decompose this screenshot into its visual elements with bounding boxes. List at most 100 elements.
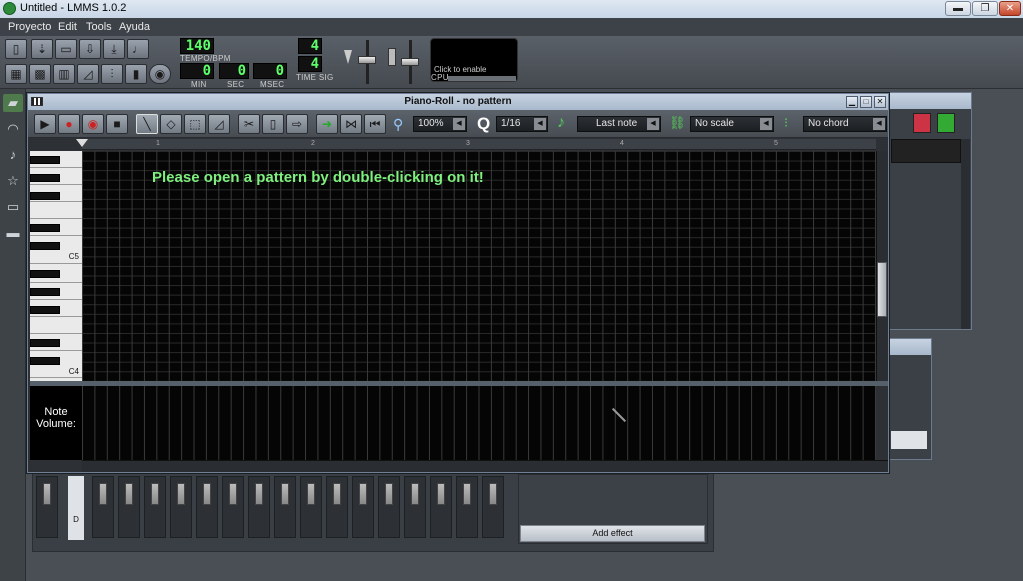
- erase-mode-icon[interactable]: ◇: [160, 114, 182, 134]
- vertical-scrollbar-thumb[interactable]: [877, 262, 887, 317]
- export-icon[interactable]: ⤓: [103, 39, 125, 59]
- tempo-display[interactable]: 140: [180, 38, 214, 54]
- master-volume-handle[interactable]: [358, 56, 376, 64]
- piano-roll-icon[interactable]: ▥: [53, 64, 75, 84]
- close-button[interactable]: ✕: [999, 1, 1021, 16]
- instrument-plugins-icon[interactable]: ▰: [3, 94, 23, 112]
- mixer-fader-15[interactable]: [456, 476, 478, 538]
- go-forward-icon[interactable]: ➜: [316, 114, 338, 134]
- instrument-button[interactable]: [891, 431, 927, 449]
- project-notes-icon[interactable]: ▮: [125, 64, 147, 84]
- automation-editor-icon[interactable]: ◿: [77, 64, 99, 84]
- key-divider: [30, 333, 82, 334]
- timesig-numerator[interactable]: 4: [298, 38, 322, 54]
- chord-select[interactable]: No chord ◀: [803, 116, 887, 132]
- mixer-fader-12[interactable]: [378, 476, 400, 538]
- mixer-fader-8[interactable]: [274, 476, 296, 538]
- rewind-icon[interactable]: ⏮: [364, 114, 386, 134]
- timeline-ruler[interactable]: 1 2 3 4 5: [82, 139, 876, 150]
- note-volume-editor[interactable]: [82, 386, 876, 460]
- song-editor-icon[interactable]: ▦: [5, 64, 27, 84]
- piano-roll-close-button[interactable]: ✕: [874, 96, 886, 108]
- menu-tools[interactable]: Tools: [86, 21, 112, 33]
- select-mode-icon[interactable]: ⬚: [184, 114, 206, 134]
- stop-icon[interactable]: ■: [106, 114, 128, 134]
- mixer-fader-14[interactable]: [430, 476, 452, 538]
- cut-icon[interactable]: ✂: [238, 114, 260, 134]
- note-grid[interactable]: Please open a pattern by double-clicking…: [82, 151, 876, 381]
- mixer-fader-3[interactable]: [144, 476, 166, 538]
- play-icon[interactable]: ▶: [34, 114, 56, 134]
- tempo-label: TEMPO/BPM: [180, 54, 231, 63]
- song-editor-titlebar: [889, 93, 971, 109]
- fx-mixer-icon[interactable]: ⫶: [101, 64, 123, 84]
- piano-roll-maximize-button[interactable]: □: [860, 96, 872, 108]
- record-while-playing-icon[interactable]: ◉: [82, 114, 104, 134]
- my-projects-icon[interactable]: ◠: [3, 120, 23, 138]
- zoom-select[interactable]: 100% ◀: [413, 116, 467, 132]
- black-key[interactable]: [30, 242, 60, 250]
- skip-icon[interactable]: ⋈: [340, 114, 362, 134]
- paste-icon[interactable]: ⇨: [286, 114, 308, 134]
- mixer-fader-9[interactable]: [300, 476, 322, 538]
- song-editor-scrollbar[interactable]: [961, 139, 970, 329]
- mixer-fader-4[interactable]: [170, 476, 192, 538]
- detune-mode-icon[interactable]: ◿: [208, 114, 230, 134]
- black-key[interactable]: [30, 306, 60, 314]
- my-presets-icon[interactable]: ☆: [3, 172, 23, 190]
- mixer-fader-2[interactable]: [118, 476, 140, 538]
- minimize-button[interactable]: ▬: [945, 1, 971, 16]
- mixer-channel-tab[interactable]: D: [68, 476, 84, 540]
- mixer-fader-16[interactable]: [482, 476, 504, 538]
- copy-icon[interactable]: ▯: [262, 114, 284, 134]
- black-key[interactable]: [30, 270, 60, 278]
- black-key[interactable]: [30, 156, 60, 164]
- black-key[interactable]: [30, 288, 60, 296]
- my-home-icon[interactable]: ▭: [3, 198, 23, 216]
- master-pitch-handle[interactable]: [401, 58, 419, 66]
- scale-select[interactable]: No scale ◀: [690, 116, 774, 132]
- piano-roll-minimize-button[interactable]: ▁: [846, 96, 858, 108]
- mixer-fader-11[interactable]: [352, 476, 374, 538]
- window-title: Untitled - LMMS 1.0.2: [20, 2, 127, 14]
- new-project-icon[interactable]: ▯: [5, 39, 27, 59]
- mixer-fader-10[interactable]: [326, 476, 348, 538]
- menu-ayuda[interactable]: Ayuda: [119, 21, 150, 33]
- mixer-master-fader[interactable]: [36, 476, 58, 538]
- mixer-fader-6[interactable]: [222, 476, 244, 538]
- note-length-dropdown-arrow-icon: ◀: [647, 118, 659, 130]
- menu-edit[interactable]: Edit: [58, 21, 77, 33]
- add-track-icon[interactable]: [937, 113, 955, 133]
- beat-bassline-icon[interactable]: ▩: [29, 64, 51, 84]
- mixer-fader-5[interactable]: [196, 476, 218, 538]
- mixer-fader-1[interactable]: [92, 476, 114, 538]
- mixer-fader-7[interactable]: [248, 476, 270, 538]
- piano-keyboard[interactable]: C5 C4: [30, 151, 82, 381]
- quantize-select[interactable]: 1/16 ◀: [496, 116, 548, 132]
- controller-rack-icon[interactable]: ◉: [149, 64, 171, 84]
- piano-roll-window-icon: [31, 97, 43, 106]
- black-key[interactable]: [30, 339, 60, 347]
- record-icon[interactable]: ●: [58, 114, 80, 134]
- black-key[interactable]: [30, 224, 60, 232]
- remove-track-icon[interactable]: [913, 113, 931, 133]
- draw-mode-icon[interactable]: ╲: [136, 114, 158, 134]
- mixer-fader-13[interactable]: [404, 476, 426, 538]
- timesig-denominator[interactable]: 4: [298, 56, 322, 72]
- maximize-button[interactable]: ❐: [972, 1, 998, 16]
- root-directory-icon[interactable]: ▬: [3, 224, 23, 242]
- new-from-template-icon[interactable]: ⇣: [31, 39, 53, 59]
- black-key[interactable]: [30, 357, 60, 365]
- side-bar: ▰ ◠ ♪ ☆ ▭ ▬: [0, 89, 26, 581]
- note-length-select[interactable]: Last note ◀: [577, 116, 661, 132]
- open-icon[interactable]: ⇩: [79, 39, 101, 59]
- menu-proyecto[interactable]: Proyecto: [8, 21, 51, 33]
- add-effect-button[interactable]: Add effect: [520, 525, 705, 542]
- black-key[interactable]: [30, 174, 60, 182]
- song-editor-tracks[interactable]: [891, 139, 961, 163]
- note-icon[interactable]: ♩: [127, 39, 149, 59]
- save-icon[interactable]: ▭: [55, 39, 77, 59]
- my-samples-icon[interactable]: ♪: [3, 146, 23, 164]
- black-key[interactable]: [30, 192, 60, 200]
- horizontal-scrollbar[interactable]: [82, 460, 888, 472]
